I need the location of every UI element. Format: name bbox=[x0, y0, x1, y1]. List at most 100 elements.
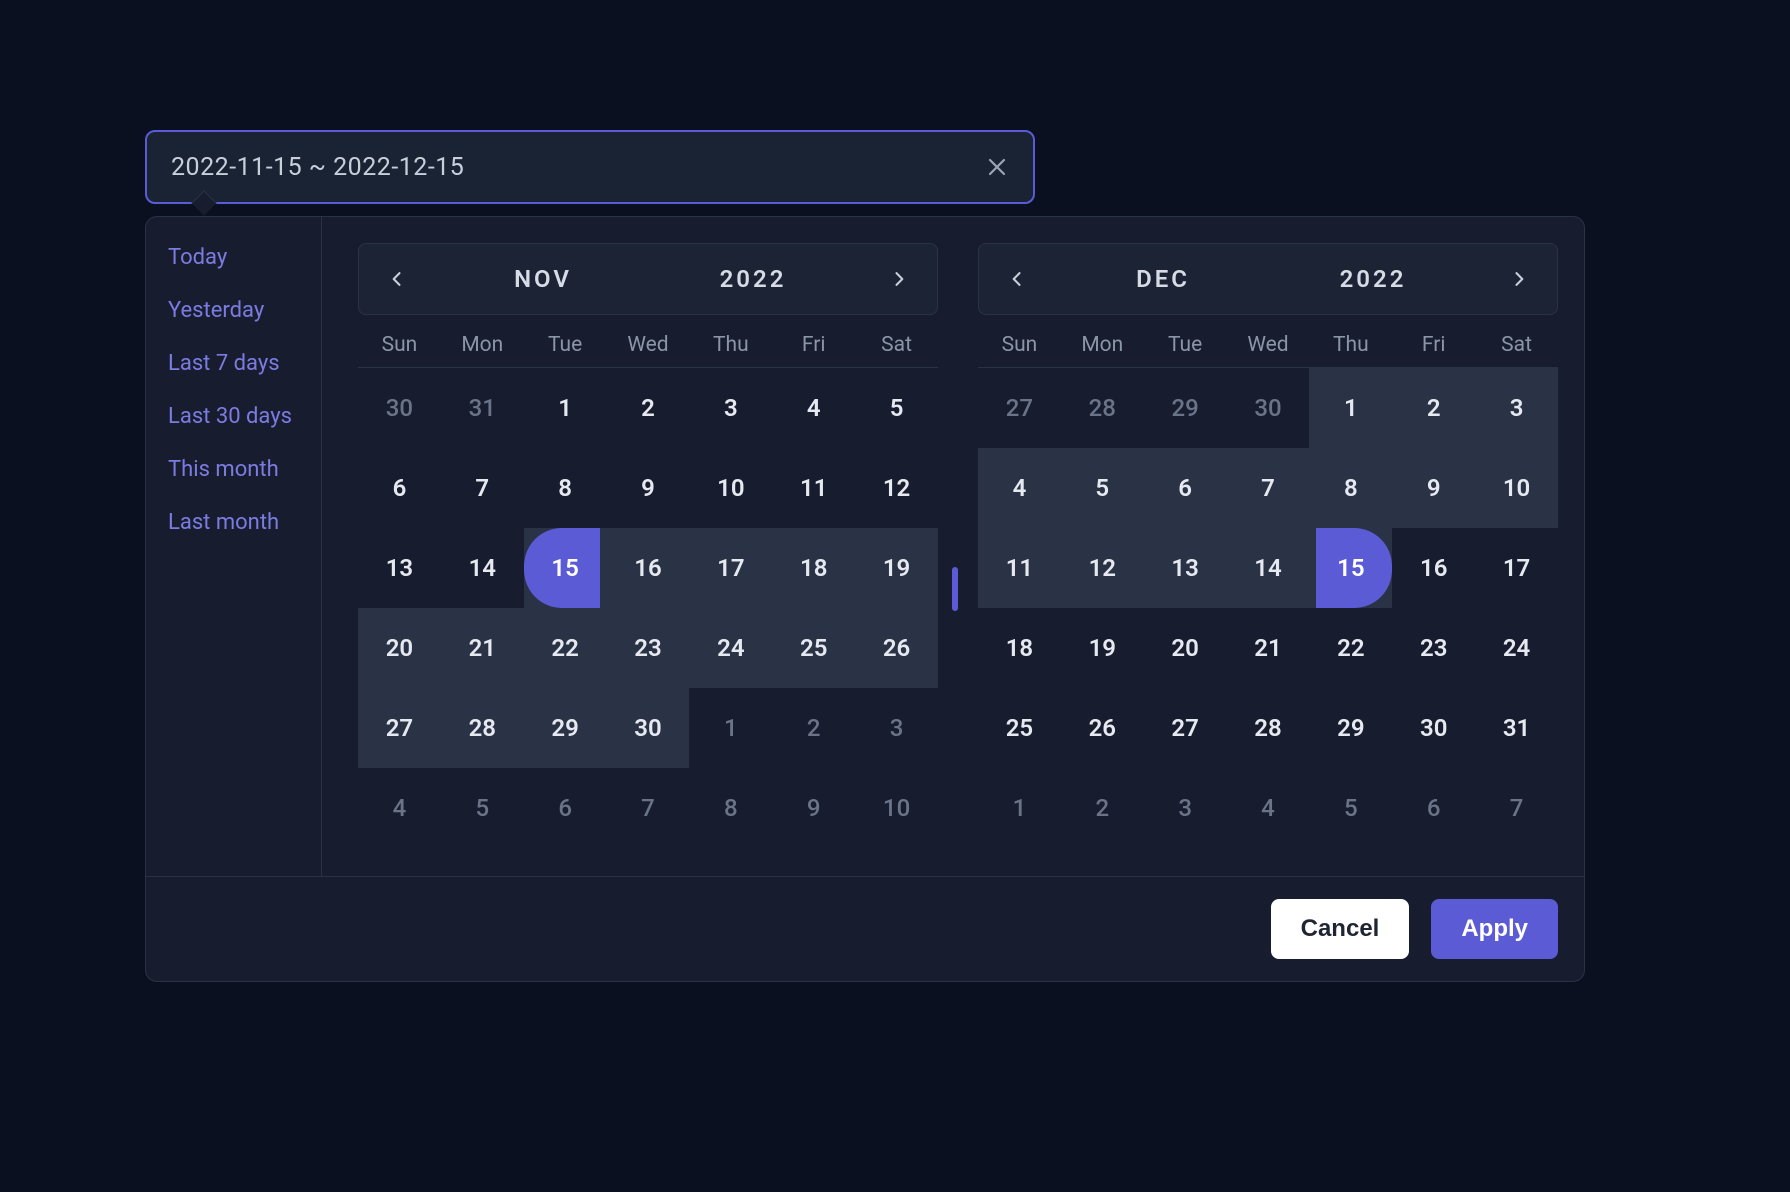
day-cell[interactable]: 8 bbox=[524, 448, 607, 528]
chevron-left-icon[interactable] bbox=[997, 259, 1037, 299]
day-cell[interactable]: 5 bbox=[855, 368, 938, 448]
day-cell[interactable]: 12 bbox=[855, 448, 938, 528]
day-cell[interactable]: 29 bbox=[1309, 688, 1392, 768]
day-cell[interactable]: 20 bbox=[1144, 608, 1227, 688]
day-cell[interactable]: 19 bbox=[1061, 608, 1144, 688]
day-cell[interactable]: 17 bbox=[689, 528, 772, 608]
day-cell[interactable]: 10 bbox=[689, 448, 772, 528]
day-cell[interactable]: 8 bbox=[1309, 448, 1392, 528]
day-cell[interactable]: 28 bbox=[1227, 688, 1310, 768]
day-cell[interactable]: 11 bbox=[978, 528, 1061, 608]
cancel-button[interactable]: Cancel bbox=[1271, 899, 1410, 959]
preset-last-30-days[interactable]: Last 30 days bbox=[168, 404, 321, 429]
day-cell[interactable]: 5 bbox=[1309, 768, 1392, 848]
day-cell[interactable]: 16 bbox=[1392, 528, 1475, 608]
day-cell[interactable]: 25 bbox=[772, 608, 855, 688]
day-cell[interactable]: 10 bbox=[855, 768, 938, 848]
day-cell[interactable]: 4 bbox=[978, 448, 1061, 528]
day-cell[interactable]: 7 bbox=[1475, 768, 1558, 848]
day-cell[interactable]: 29 bbox=[524, 688, 607, 768]
day-cell[interactable]: 13 bbox=[358, 528, 441, 608]
day-cell[interactable]: 26 bbox=[1061, 688, 1144, 768]
preset-yesterday[interactable]: Yesterday bbox=[168, 298, 321, 323]
preset-last-month[interactable]: Last month bbox=[168, 510, 321, 535]
day-cell[interactable]: 18 bbox=[772, 528, 855, 608]
day-cell[interactable]: 27 bbox=[978, 368, 1061, 448]
day-cell[interactable]: 30 bbox=[1227, 368, 1310, 448]
day-cell[interactable]: 17 bbox=[1475, 528, 1558, 608]
day-cell[interactable]: 31 bbox=[1475, 688, 1558, 768]
day-cell[interactable]: 30 bbox=[607, 688, 690, 768]
day-cell[interactable]: 24 bbox=[1475, 608, 1558, 688]
day-cell[interactable]: 23 bbox=[1392, 608, 1475, 688]
day-cell[interactable]: 2 bbox=[1061, 768, 1144, 848]
day-cell[interactable]: 22 bbox=[524, 608, 607, 688]
day-cell[interactable]: 2 bbox=[607, 368, 690, 448]
day-cell[interactable]: 6 bbox=[358, 448, 441, 528]
day-cell[interactable]: 3 bbox=[689, 368, 772, 448]
date-range-input[interactable]: 2022-11-15 ~ 2022-12-15 bbox=[145, 130, 1035, 204]
day-cell[interactable]: 6 bbox=[1392, 768, 1475, 848]
chevron-left-icon[interactable] bbox=[377, 259, 417, 299]
day-cell[interactable]: 6 bbox=[1144, 448, 1227, 528]
day-cell[interactable]: 27 bbox=[1144, 688, 1227, 768]
day-cell[interactable]: 5 bbox=[441, 768, 524, 848]
day-cell[interactable]: 1 bbox=[689, 688, 772, 768]
day-cell[interactable]: 26 bbox=[855, 608, 938, 688]
day-cell[interactable]: 20 bbox=[358, 608, 441, 688]
day-cell[interactable]: 27 bbox=[358, 688, 441, 768]
day-cell[interactable]: 1 bbox=[1309, 368, 1392, 448]
day-cell[interactable]: 5 bbox=[1061, 448, 1144, 528]
apply-button[interactable]: Apply bbox=[1431, 899, 1558, 959]
day-cell[interactable]: 3 bbox=[855, 688, 938, 768]
day-cell[interactable]: 15 bbox=[524, 528, 607, 608]
day-cell[interactable]: 9 bbox=[607, 448, 690, 528]
day-cell[interactable]: 1 bbox=[524, 368, 607, 448]
day-cell[interactable]: 2 bbox=[1392, 368, 1475, 448]
day-cell[interactable]: 21 bbox=[1227, 608, 1310, 688]
day-cell[interactable]: 15 bbox=[1309, 528, 1392, 608]
day-cell[interactable]: 7 bbox=[607, 768, 690, 848]
day-cell[interactable]: 14 bbox=[441, 528, 524, 608]
day-cell[interactable]: 19 bbox=[855, 528, 938, 608]
day-cell[interactable]: 16 bbox=[607, 528, 690, 608]
day-cell[interactable]: 30 bbox=[358, 368, 441, 448]
day-cell[interactable]: 1 bbox=[978, 768, 1061, 848]
calendar-month[interactable]: NOV bbox=[503, 265, 583, 293]
day-cell[interactable]: 28 bbox=[441, 688, 524, 768]
preset-today[interactable]: Today bbox=[168, 245, 321, 270]
day-cell[interactable]: 7 bbox=[441, 448, 524, 528]
day-cell[interactable]: 28 bbox=[1061, 368, 1144, 448]
day-cell[interactable]: 11 bbox=[772, 448, 855, 528]
day-cell[interactable]: 22 bbox=[1309, 608, 1392, 688]
calendar-month[interactable]: DEC bbox=[1123, 265, 1203, 293]
calendar-year[interactable]: 2022 bbox=[713, 265, 793, 293]
chevron-right-icon[interactable] bbox=[879, 259, 919, 299]
day-cell[interactable]: 31 bbox=[441, 368, 524, 448]
calendar-year[interactable]: 2022 bbox=[1333, 265, 1413, 293]
day-cell[interactable]: 8 bbox=[689, 768, 772, 848]
day-cell[interactable]: 2 bbox=[772, 688, 855, 768]
day-cell[interactable]: 18 bbox=[978, 608, 1061, 688]
day-cell[interactable]: 14 bbox=[1227, 528, 1310, 608]
preset-last-7-days[interactable]: Last 7 days bbox=[168, 351, 321, 376]
day-cell[interactable]: 23 bbox=[607, 608, 690, 688]
day-cell[interactable]: 21 bbox=[441, 608, 524, 688]
day-cell[interactable]: 24 bbox=[689, 608, 772, 688]
preset-this-month[interactable]: This month bbox=[168, 457, 321, 482]
day-cell[interactable]: 29 bbox=[1144, 368, 1227, 448]
day-cell[interactable]: 3 bbox=[1475, 368, 1558, 448]
day-cell[interactable]: 13 bbox=[1144, 528, 1227, 608]
close-icon[interactable] bbox=[985, 155, 1009, 179]
day-cell[interactable]: 7 bbox=[1227, 448, 1310, 528]
day-cell[interactable]: 4 bbox=[772, 368, 855, 448]
day-cell[interactable]: 9 bbox=[772, 768, 855, 848]
chevron-right-icon[interactable] bbox=[1499, 259, 1539, 299]
day-cell[interactable]: 30 bbox=[1392, 688, 1475, 768]
day-cell[interactable]: 3 bbox=[1144, 768, 1227, 848]
day-cell[interactable]: 4 bbox=[358, 768, 441, 848]
day-cell[interactable]: 9 bbox=[1392, 448, 1475, 528]
day-cell[interactable]: 6 bbox=[524, 768, 607, 848]
day-cell[interactable]: 25 bbox=[978, 688, 1061, 768]
day-cell[interactable]: 12 bbox=[1061, 528, 1144, 608]
